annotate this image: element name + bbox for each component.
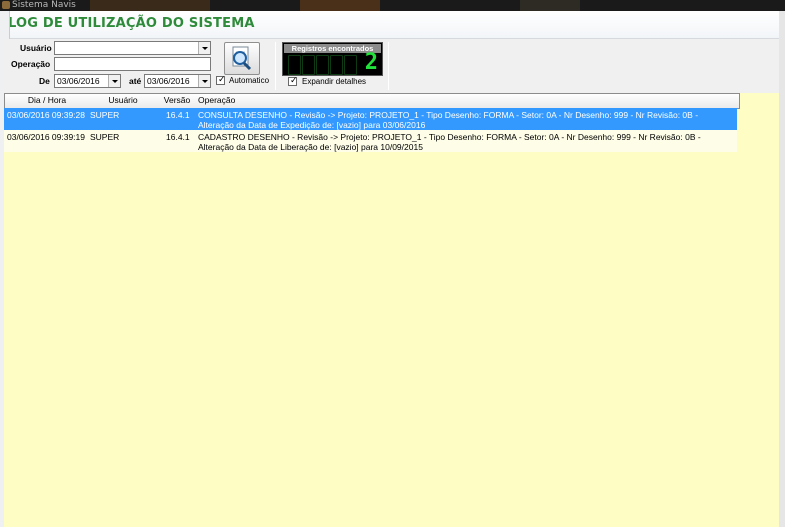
operacao-input[interactable]	[54, 57, 211, 71]
records-counter: Registros encontrados 2	[282, 42, 383, 76]
de-date-picker[interactable]: 03/06/2016	[54, 74, 121, 88]
cell-version: 16.4.1	[166, 110, 190, 120]
expandir-detalhes-checkbox[interactable]: ✓	[288, 76, 298, 86]
counter-digit-placeholder	[316, 55, 329, 75]
column-header-operacao[interactable]: Operação	[196, 93, 740, 109]
page-title: LOG DE UTILIZAÇÃO DO SISTEMA	[8, 16, 255, 31]
column-header-dia-hora[interactable]: Dia / Hora	[4, 93, 90, 109]
de-label: De	[39, 76, 50, 86]
cell-user: SUPER	[90, 110, 120, 120]
expandir-detalhes-label: Expandir detalhes	[302, 77, 367, 86]
chevron-down-icon	[201, 46, 208, 50]
cell-version: 16.4.1	[166, 132, 190, 142]
window-title: Sistema Navis	[12, 0, 76, 10]
records-count-value: 2	[364, 50, 378, 75]
page-header: LOG DE UTILIZAÇÃO DO SISTEMA	[0, 11, 785, 39]
column-header-usuario[interactable]: Usuário	[88, 93, 159, 109]
check-icon: ✓	[218, 75, 226, 85]
cell-user: SUPER	[90, 132, 120, 142]
titlebar-background-decoration	[90, 0, 210, 11]
table-row[interactable]: 03/06/2016 09:39:19 SUPER 16.4.1 CADASTR…	[4, 130, 737, 152]
chevron-down-icon	[111, 79, 118, 83]
ate-date-dropdown-button[interactable]	[198, 75, 210, 87]
panel-separator	[275, 42, 276, 90]
usuario-dropdown-button[interactable]	[198, 42, 210, 54]
log-grid: Dia / Hora Usuário Versão Operação 03/06…	[4, 93, 740, 527]
de-date-value: 03/06/2016	[57, 76, 100, 86]
titlebar-background-decoration	[520, 0, 580, 11]
cell-operation: CONSULTA DESENHO - Revisão -> Projeto: P…	[198, 110, 699, 130]
operacao-label: Operação	[11, 59, 51, 69]
window-titlebar: Sistema Navis	[0, 0, 785, 11]
table-row[interactable]: 03/06/2016 09:39:28 SUPER 16.4.1 CONSULT…	[4, 108, 737, 130]
usuario-label: Usuário	[20, 43, 52, 53]
ate-date-picker[interactable]: 03/06/2016	[144, 74, 211, 88]
search-button[interactable]	[224, 42, 260, 75]
ate-date-value: 03/06/2016	[147, 76, 190, 86]
counter-digit-placeholder	[330, 55, 343, 75]
check-icon: ✓	[290, 76, 298, 86]
automatico-checkbox[interactable]: ✓	[216, 75, 226, 85]
cell-datetime: 03/06/2016 09:39:28	[7, 110, 85, 120]
column-header-versao[interactable]: Versão	[158, 93, 197, 109]
cell-datetime: 03/06/2016 09:39:19	[7, 132, 85, 142]
cell-operation: CADASTRO DESENHO - Revisão -> Projeto: P…	[198, 132, 701, 152]
de-date-dropdown-button[interactable]	[108, 75, 120, 87]
automatico-label: Automatico	[229, 76, 270, 85]
right-frame	[779, 11, 785, 527]
titlebar-background-decoration	[300, 0, 380, 11]
counter-digit-placeholder	[344, 55, 357, 75]
usuario-combobox[interactable]	[54, 41, 211, 55]
app-icon	[2, 1, 10, 9]
counter-digit-placeholder	[288, 55, 301, 75]
counter-digit-placeholder	[302, 55, 315, 75]
magnifier-icon	[232, 46, 252, 71]
chevron-down-icon	[201, 79, 208, 83]
panel-separator	[388, 42, 389, 90]
ate-label: até	[129, 76, 142, 86]
